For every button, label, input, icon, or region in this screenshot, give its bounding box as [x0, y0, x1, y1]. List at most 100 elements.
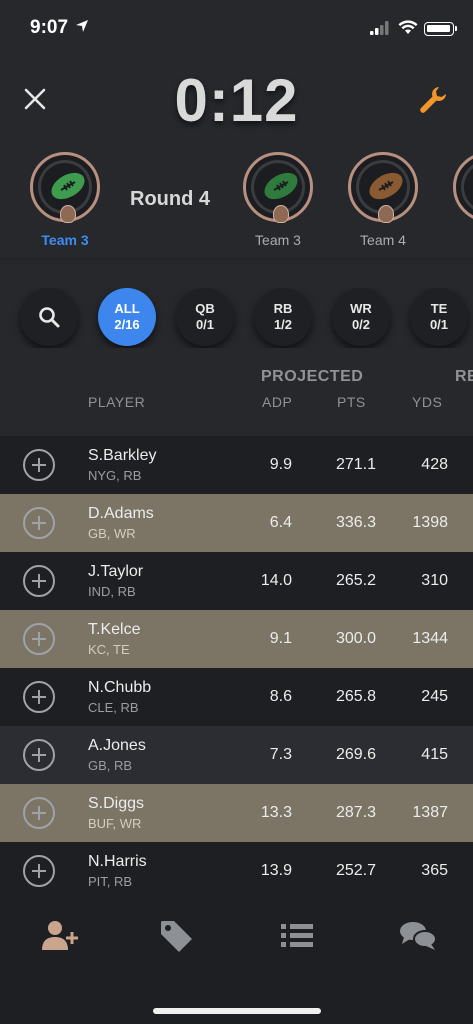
team-avatar	[243, 152, 313, 223]
search-button[interactable]	[20, 288, 78, 346]
location-arrow-icon	[76, 20, 88, 32]
pick-team-label: Team 3	[41, 232, 89, 248]
player-column-header[interactable]: PLAYER	[88, 394, 145, 410]
filter-label: RB	[273, 301, 293, 316]
pick-upcoming-team[interactable]: T	[448, 152, 473, 248]
player-pts: 336.3	[335, 514, 376, 531]
table-row[interactable]: N.Harris PIT, RB 13.9 252.7 365	[0, 842, 473, 890]
player-adp: 7.3	[269, 746, 292, 763]
add-player-icon[interactable]	[23, 507, 55, 539]
table-row[interactable]: S.Barkley NYG, RB 9.9 271.1 428	[0, 436, 473, 494]
filter-rb[interactable]: RB 1/2	[254, 288, 312, 346]
player-team-position: BUF, WR	[88, 816, 142, 831]
filter-count: 0/1	[195, 317, 215, 332]
player-team-position: GB, RB	[88, 758, 133, 773]
helmet-icon	[60, 205, 76, 223]
filter-te[interactable]: TE 0/1	[410, 288, 468, 346]
filter-label: ALL	[114, 301, 140, 316]
pick-upcoming-team[interactable]: Team 3	[238, 152, 318, 248]
player-yds: 310	[421, 572, 448, 589]
filter-count: 0/1	[429, 317, 449, 332]
pick-upcoming-team[interactable]: Team 4	[343, 152, 423, 248]
add-player-icon[interactable]	[23, 855, 55, 887]
wrench-icon[interactable]	[417, 84, 449, 116]
table-row[interactable]: D.Adams GB, WR 6.4 336.3 1398	[0, 494, 473, 552]
pick-team-label: Team 3	[255, 232, 301, 248]
team-avatar	[30, 152, 100, 223]
bottom-nav	[0, 890, 473, 1024]
filter-all[interactable]: ALL 2/16	[98, 288, 156, 346]
pts-column-header[interactable]: PTS	[337, 394, 366, 410]
add-player-icon[interactable]	[23, 739, 55, 771]
table-row[interactable]: A.Jones GB, RB 7.3 269.6 415	[0, 726, 473, 784]
player-pts: 265.8	[335, 688, 376, 705]
search-icon	[39, 307, 60, 328]
player-name: N.Harris	[88, 853, 147, 870]
player-pts: 265.2	[335, 572, 376, 589]
add-player-icon[interactable]	[23, 681, 55, 713]
table-row[interactable]: S.Diggs BUF, WR 13.3 287.3 1387	[0, 784, 473, 842]
table-row[interactable]: T.Kelce KC, TE 9.1 300.0 1344	[0, 610, 473, 668]
player-name: A.Jones	[88, 737, 146, 754]
team-avatar	[453, 152, 473, 222]
divider	[0, 258, 473, 266]
table-row[interactable]: N.Chubb CLE, RB 8.6 265.8 245	[0, 668, 473, 726]
player-adp: 9.1	[269, 630, 292, 647]
player-team-position: NYG, RB	[88, 468, 142, 483]
player-name: S.Barkley	[88, 447, 157, 464]
filter-label: QB	[195, 301, 215, 316]
wifi-icon	[398, 20, 418, 34]
player-team-position: CLE, RB	[88, 700, 139, 715]
add-player-icon[interactable]	[23, 797, 55, 829]
adp-column-header[interactable]: ADP	[262, 394, 292, 410]
player-adp: 13.9	[260, 862, 292, 879]
player-team-position: GB, WR	[88, 526, 136, 541]
pick-team-label: T	[448, 232, 473, 248]
pick-current-team[interactable]: Team 3	[25, 152, 105, 248]
status-time: 9:07	[30, 17, 69, 38]
team-avatar	[348, 152, 418, 223]
player-name: D.Adams	[88, 505, 154, 522]
player-pts: 252.7	[335, 862, 376, 879]
football-icon	[51, 172, 85, 200]
filter-count: 0/2	[351, 317, 371, 332]
next-group-header: RE	[455, 368, 473, 385]
player-yds: 428	[421, 456, 448, 473]
home-indicator[interactable]	[153, 1008, 321, 1014]
add-player-icon[interactable]	[23, 623, 55, 655]
draft-timer: 0:12	[174, 67, 299, 134]
football-icon	[369, 172, 403, 200]
player-name: S.Diggs	[88, 795, 145, 812]
yds-column-header[interactable]: YDS	[412, 394, 442, 410]
player-yds: 245	[421, 688, 448, 705]
add-player-icon[interactable]	[23, 565, 55, 597]
player-yds: 415	[421, 746, 448, 763]
table-row[interactable]: J.Taylor IND, RB 14.0 265.2 310	[0, 552, 473, 610]
player-yds: 365	[421, 862, 448, 879]
player-adp: 8.6	[269, 688, 292, 705]
player-name: J.Taylor	[88, 563, 144, 580]
player-yds: 1344	[412, 630, 448, 647]
player-adp: 13.3	[260, 804, 292, 821]
filter-qb[interactable]: QB 0/1	[176, 288, 234, 346]
list-icon[interactable]	[278, 918, 318, 954]
player-adp: 14.0	[260, 572, 292, 589]
tag-icon[interactable]	[158, 918, 198, 954]
player-table: S.Barkley NYG, RB 9.9 271.1 428 D.Adams …	[0, 436, 473, 890]
filter-wr[interactable]: WR 0/2	[332, 288, 390, 346]
helmet-icon	[378, 205, 394, 223]
add-player-icon[interactable]	[23, 449, 55, 481]
player-name: N.Chubb	[88, 679, 152, 696]
add-user-icon[interactable]	[40, 918, 80, 954]
player-pts: 300.0	[335, 630, 376, 647]
player-adp: 9.9	[269, 456, 292, 473]
cellular-signal-icon	[370, 21, 389, 35]
filter-label: TE	[430, 301, 448, 316]
filter-count: 2/16	[114, 317, 140, 332]
player-adp: 6.4	[269, 514, 292, 531]
round-label: Round 4	[130, 188, 210, 210]
player-name: T.Kelce	[88, 621, 141, 638]
filter-label: WR	[350, 301, 372, 316]
status-bar: 9:07	[0, 0, 473, 56]
chat-icon[interactable]	[398, 918, 438, 954]
